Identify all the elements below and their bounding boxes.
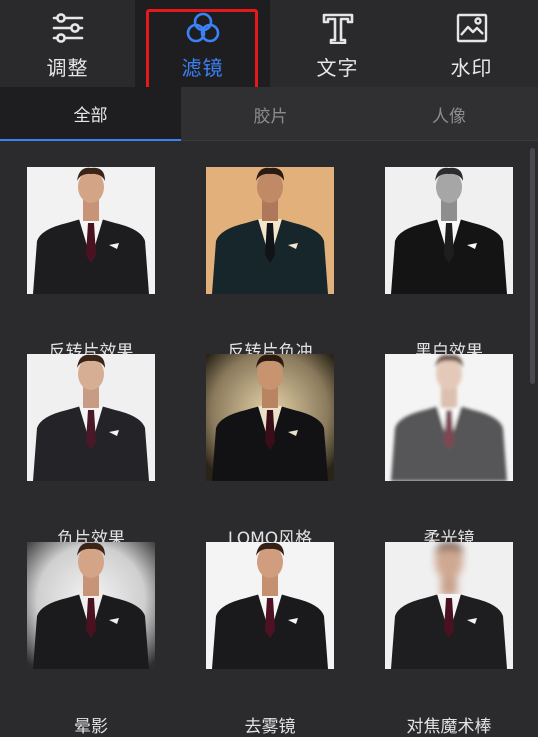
editor-toolbar: 调整 滤镜 文字 水印 (0, 0, 538, 87)
tool-adjust[interactable]: 调整 (0, 0, 135, 87)
tab-film[interactable]: 胶片 (181, 87, 360, 141)
filter-name: 晕影 (74, 717, 108, 737)
filter-thumbnail (27, 542, 155, 669)
filter-circles-icon (185, 10, 221, 46)
tool-watermark-label: 水印 (450, 56, 493, 80)
text-t-icon (320, 10, 356, 46)
filter-thumbnail (385, 354, 513, 481)
tool-text[interactable]: 文字 (270, 0, 405, 87)
filter-thumbnail (206, 167, 334, 294)
filter-thumbnail (27, 354, 155, 481)
filter-thumbnail (27, 167, 155, 294)
tool-filter[interactable]: 滤镜 (135, 0, 270, 87)
filter-category-tabs: 全部 胶片 人像 (0, 87, 538, 141)
filter-thumbnail (206, 542, 334, 669)
tool-filter-label: 滤镜 (181, 56, 224, 80)
tab-all[interactable]: 全部 (0, 87, 181, 141)
tool-watermark[interactable]: 水印 (405, 0, 538, 87)
filter-thumbnail (385, 167, 513, 294)
grid-scrollbar[interactable] (530, 148, 535, 384)
tab-all-label: 全部 (73, 105, 108, 126)
filter-grid: 反转片效果 反转片负冲 黑白效果 负片效果 LOMO风格 柔光镜 晕影 去雾镜 … (0, 142, 526, 737)
tool-adjust-label: 调整 (46, 56, 89, 80)
tab-portrait[interactable]: 人像 (360, 87, 538, 141)
tab-portrait-label: 人像 (432, 106, 466, 127)
filter-name: 对焦魔术棒 (406, 717, 492, 737)
watermark-image-icon (454, 10, 490, 46)
tool-text-label: 文字 (316, 56, 359, 80)
tab-film-label: 胶片 (253, 106, 288, 127)
filter-name: 去雾镜 (244, 717, 296, 737)
filter-thumbnail (385, 542, 513, 669)
sliders-icon (50, 10, 86, 46)
filter-thumbnail (206, 354, 334, 481)
